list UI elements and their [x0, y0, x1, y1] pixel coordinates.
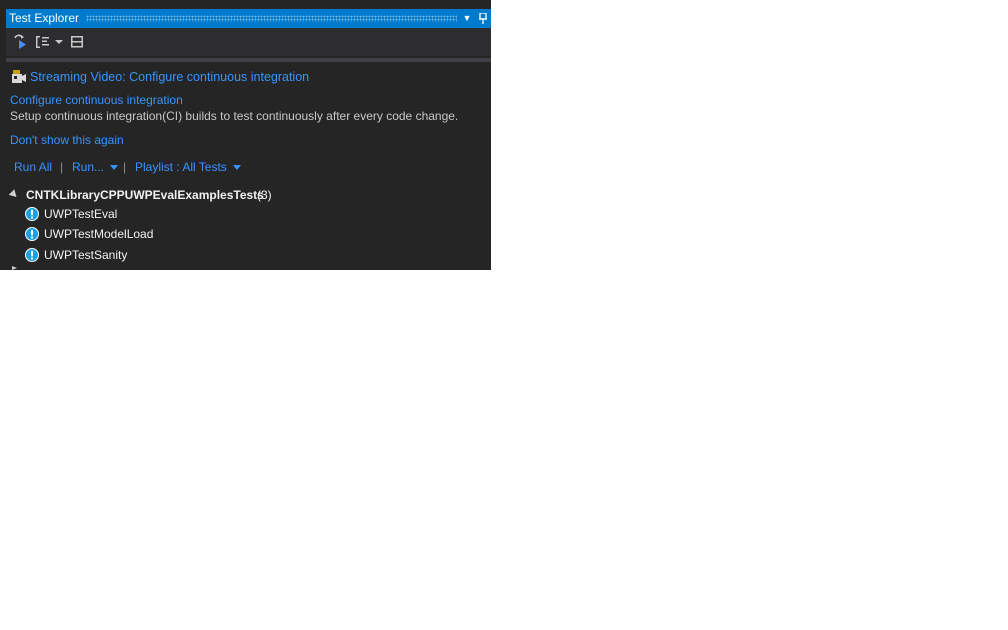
- title-bar: Test Explorer ▼: [6, 9, 491, 28]
- toolbar: [6, 28, 491, 56]
- pin-icon[interactable]: [476, 9, 490, 28]
- test-name: UWPTestSanity: [44, 248, 128, 262]
- test-group-count: (3): [257, 188, 272, 202]
- toolbar-divider: [6, 58, 491, 62]
- video-camera-icon: [11, 70, 27, 84]
- test-name: UWPTestModelLoad: [44, 227, 154, 241]
- not-run-info-icon: [25, 227, 39, 241]
- refresh-link-icon[interactable]: [11, 33, 29, 51]
- collapsed-arrow-icon[interactable]: [12, 266, 17, 270]
- action-separator: |: [123, 160, 127, 174]
- window-title: Test Explorer: [9, 11, 80, 25]
- run-label: Run...: [72, 160, 105, 174]
- group-by-icon[interactable]: [34, 33, 52, 51]
- not-run-info-icon: [25, 207, 39, 221]
- action-separator: |: [60, 160, 64, 174]
- dont-show-again-link[interactable]: Don't show this again: [10, 133, 124, 147]
- configure-ci-link[interactable]: Configure continuous integration: [10, 93, 183, 107]
- test-group-name: CNTKLibraryCPPUWPEvalExamplesTests: [26, 188, 264, 202]
- chevron-down-icon[interactable]: ▼: [460, 9, 474, 28]
- not-run-info-icon: [25, 248, 39, 262]
- playlist-icon[interactable]: [68, 33, 86, 51]
- chevron-down-icon: [232, 165, 241, 171]
- test-explorer-panel: Test Explorer ▼ Streaming Video: Configu…: [0, 0, 491, 270]
- streaming-video-link[interactable]: Streaming Video: Configure continuous in…: [30, 70, 309, 84]
- test-name: UWPTestEval: [44, 207, 118, 221]
- chevron-down-icon: [110, 165, 119, 171]
- playlist-dropdown-button[interactable]: Playlist : All Tests: [135, 160, 241, 174]
- run-all-button[interactable]: Run All: [14, 160, 52, 174]
- ci-description: Setup continuous integration(CI) builds …: [10, 109, 459, 123]
- title-bar-grip[interactable]: [86, 15, 457, 22]
- dropdown-caret-icon[interactable]: [54, 33, 64, 51]
- run-dropdown-button[interactable]: Run...: [72, 160, 119, 174]
- expand-arrow-icon[interactable]: [8, 189, 20, 200]
- playlist-label: Playlist : All Tests: [135, 160, 227, 174]
